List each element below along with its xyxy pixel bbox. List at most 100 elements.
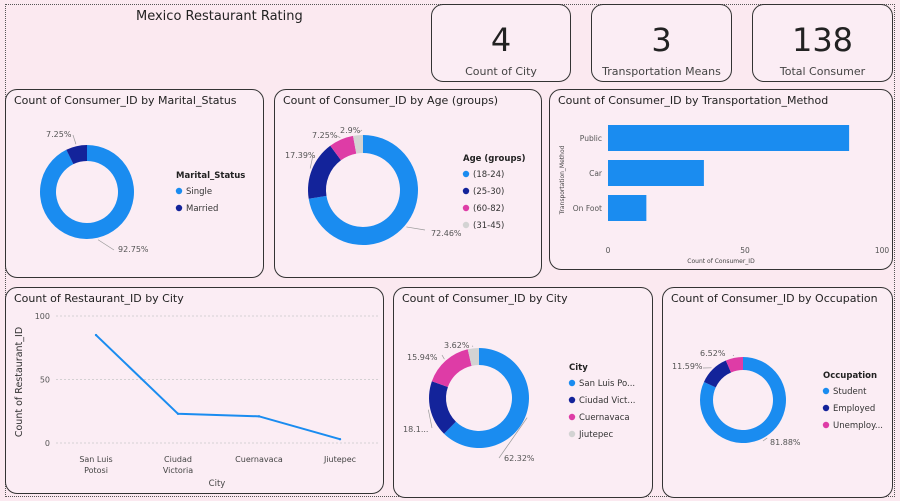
kpi-label: Count of City <box>465 65 537 78</box>
slice-percent-label: 92.75% <box>118 245 149 254</box>
line-point-ciudad-victoria[interactable] <box>176 412 180 415</box>
kpi-card-transportation-means[interactable]: 3 Transportation Means <box>591 4 732 82</box>
slice-percent-label: 17.39% <box>285 151 316 160</box>
y-tick-label: 50 <box>40 376 50 385</box>
legend-item-unemploy[interactable]: Unemploy... <box>833 421 883 431</box>
legend-item-san-luis-po[interactable]: San Luis Po... <box>579 379 635 389</box>
slice-percent-label: 11.59% <box>672 362 703 371</box>
y-tick-label: 100 <box>35 312 50 321</box>
legend-marker <box>822 404 830 412</box>
kpi-label: Transportation Means <box>602 65 721 78</box>
marital-status-donut-card[interactable]: Count of Consumer_ID by Marital_Status 9… <box>5 89 264 278</box>
report-title: Mexico Restaurant Rating <box>136 9 303 24</box>
y-axis-title: Count of Restaurant_ID <box>14 327 25 437</box>
legend-title: City <box>569 363 588 373</box>
occupation-donut-card[interactable]: Count of Consumer_ID by Occupation 81.88… <box>662 287 893 498</box>
bar-on-foot[interactable] <box>608 195 647 221</box>
kpi-card-total-consumer[interactable]: 138 Total Consumer <box>752 4 893 82</box>
x-tick-label: 50 <box>740 246 750 255</box>
slice-percent-label: 18.1... <box>403 425 428 434</box>
x-tick-label: San Luis Potosi <box>79 455 112 475</box>
y-tick-label: 0 <box>45 439 50 448</box>
leader-line <box>97 239 115 251</box>
consumer-city-donut-card[interactable]: Count of Consumer_ID by City 62.32% 18.1.… <box>393 287 653 498</box>
legend-marker <box>175 187 183 195</box>
bar-car[interactable] <box>608 160 704 186</box>
leader-line <box>406 226 426 231</box>
legend-item-married[interactable]: Married <box>186 204 218 214</box>
slice-percent-label: 62.32% <box>504 454 535 463</box>
line-point-san-luis-potosi[interactable] <box>94 333 98 337</box>
leader-line <box>336 135 341 139</box>
legend-item-student[interactable]: Student <box>833 387 867 397</box>
kpi-label: Total Consumer <box>779 65 866 78</box>
occupation-donut-chart: 81.88% 11.59% 6.52% Occupation Student Employ… <box>672 349 883 447</box>
age-groups-donut-card[interactable]: Count of Consumer_ID by Age (groups) 72.… <box>274 89 542 278</box>
legend-title: Age (groups) <box>463 154 526 164</box>
kpi-value: 4 <box>490 21 512 59</box>
legend-marker <box>568 413 576 421</box>
kpi-value: 3 <box>651 21 672 59</box>
restaurant-city-line-card[interactable]: Count of Restaurant_ID by City 0 50 100 San… <box>5 287 384 494</box>
donut-slice-cuernavaca[interactable] <box>431 349 472 387</box>
legend-marker <box>462 204 470 212</box>
line-point-jiutepec[interactable] <box>338 437 342 441</box>
slice-percent-label: 15.94% <box>407 353 438 362</box>
transportation-bar-card[interactable]: Count of Consumer_ID by Transportation_M… <box>549 89 893 270</box>
legend-item-jiutepec[interactable]: Jiutepec <box>578 430 613 440</box>
marital-status-donut-chart: 92.75% 7.25% Marital_Status Single Married <box>40 130 245 254</box>
legend-marker <box>568 396 576 404</box>
x-tick-label: Cuernavaca <box>235 455 283 464</box>
x-axis-title: Count of Consumer_ID <box>687 258 755 265</box>
x-tick-label: Ciudad Victoria <box>163 455 193 475</box>
category-label: Car <box>589 169 603 178</box>
legend-item-single[interactable]: Single <box>186 187 212 197</box>
legend-marker <box>568 379 576 387</box>
legend-item-25-30[interactable]: (25-30) <box>473 187 504 197</box>
slice-percent-label: 72.46% <box>431 229 462 238</box>
legend-title: Marital_Status <box>176 171 245 181</box>
legend-item-employed[interactable]: Employed <box>833 404 875 414</box>
line-point-cuernavaca[interactable] <box>257 415 261 418</box>
slice-percent-label: 81.88% <box>770 438 801 447</box>
age-groups-donut-chart: 72.46% 17.39% 7.25%2.9% Age (groups) (18-24)… <box>285 126 526 245</box>
legend-marker <box>462 221 470 229</box>
line-series[interactable] <box>95 334 341 441</box>
leader-line <box>441 354 445 360</box>
x-axis-title: City <box>209 479 226 489</box>
restaurant-city-line-chart: 0 50 100 San Luis Potosi Ciudad Victoria Cuerna… <box>14 312 378 489</box>
leader-line <box>732 354 735 357</box>
consumer-city-donut-chart: 62.32% 18.1... 15.94% 3.62% City San Luis Po.… <box>403 341 636 463</box>
legend-marker <box>568 430 576 438</box>
legend-marker <box>462 170 470 178</box>
x-tick-label: 100 <box>875 246 890 255</box>
legend-marker <box>462 187 470 195</box>
x-tick-label: Jiutepec <box>323 455 356 464</box>
kpi-value: 138 <box>791 21 854 59</box>
legend-item-31-45[interactable]: (31-45) <box>473 221 504 231</box>
legend-item-18-24[interactable]: (18-24) <box>473 170 504 180</box>
x-tick-label: 0 <box>606 246 611 255</box>
donut-slice-single[interactable] <box>40 145 135 239</box>
leader-line <box>72 134 77 145</box>
category-label: On Foot <box>573 204 602 213</box>
kpi-card-city-count[interactable]: 4 Count of City <box>431 4 571 82</box>
slice-percent-label: 7.25% <box>46 130 72 139</box>
transportation-bar-chart: Public Car On Foot 0 50 100 Count of Consumer_… <box>559 125 890 265</box>
category-label: Public <box>580 134 602 143</box>
legend-marker <box>822 421 830 429</box>
legend-item-60-82[interactable]: (60-82) <box>473 204 504 214</box>
slice-percent-label: 7.25% <box>312 131 338 140</box>
slice-percent-label: 2.9% <box>340 126 361 135</box>
leader-line <box>762 437 768 442</box>
legend-marker <box>175 204 183 212</box>
legend-marker <box>822 387 830 395</box>
slice-percent-label: 3.62% <box>444 341 470 350</box>
legend-item-ciudad-vict[interactable]: Ciudad Vict... <box>579 396 636 406</box>
bar-public[interactable] <box>608 125 850 151</box>
slice-percent-label: 6.52% <box>700 349 726 358</box>
y-axis-title: Transportation_Method <box>559 145 566 215</box>
legend-item-cuernavaca[interactable]: Cuernavaca <box>579 413 630 423</box>
legend-title: Occupation <box>823 371 877 381</box>
donut-slice-employed[interactable] <box>703 360 732 388</box>
